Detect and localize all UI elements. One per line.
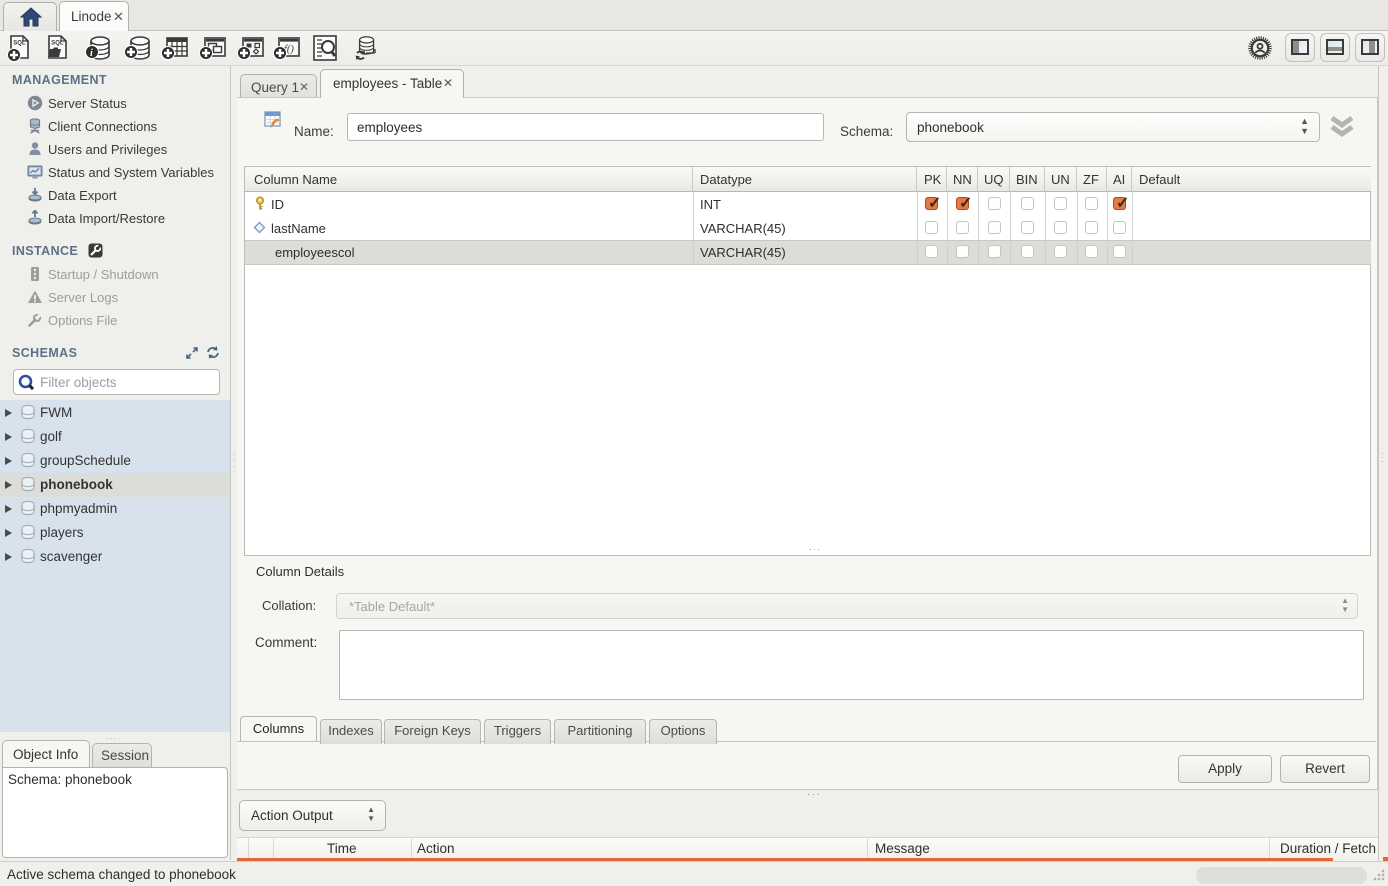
svg-text:SQL: SQL bbox=[51, 41, 64, 47]
svg-text:i: i bbox=[90, 48, 93, 59]
svg-text:SQL: SQL bbox=[13, 41, 26, 47]
